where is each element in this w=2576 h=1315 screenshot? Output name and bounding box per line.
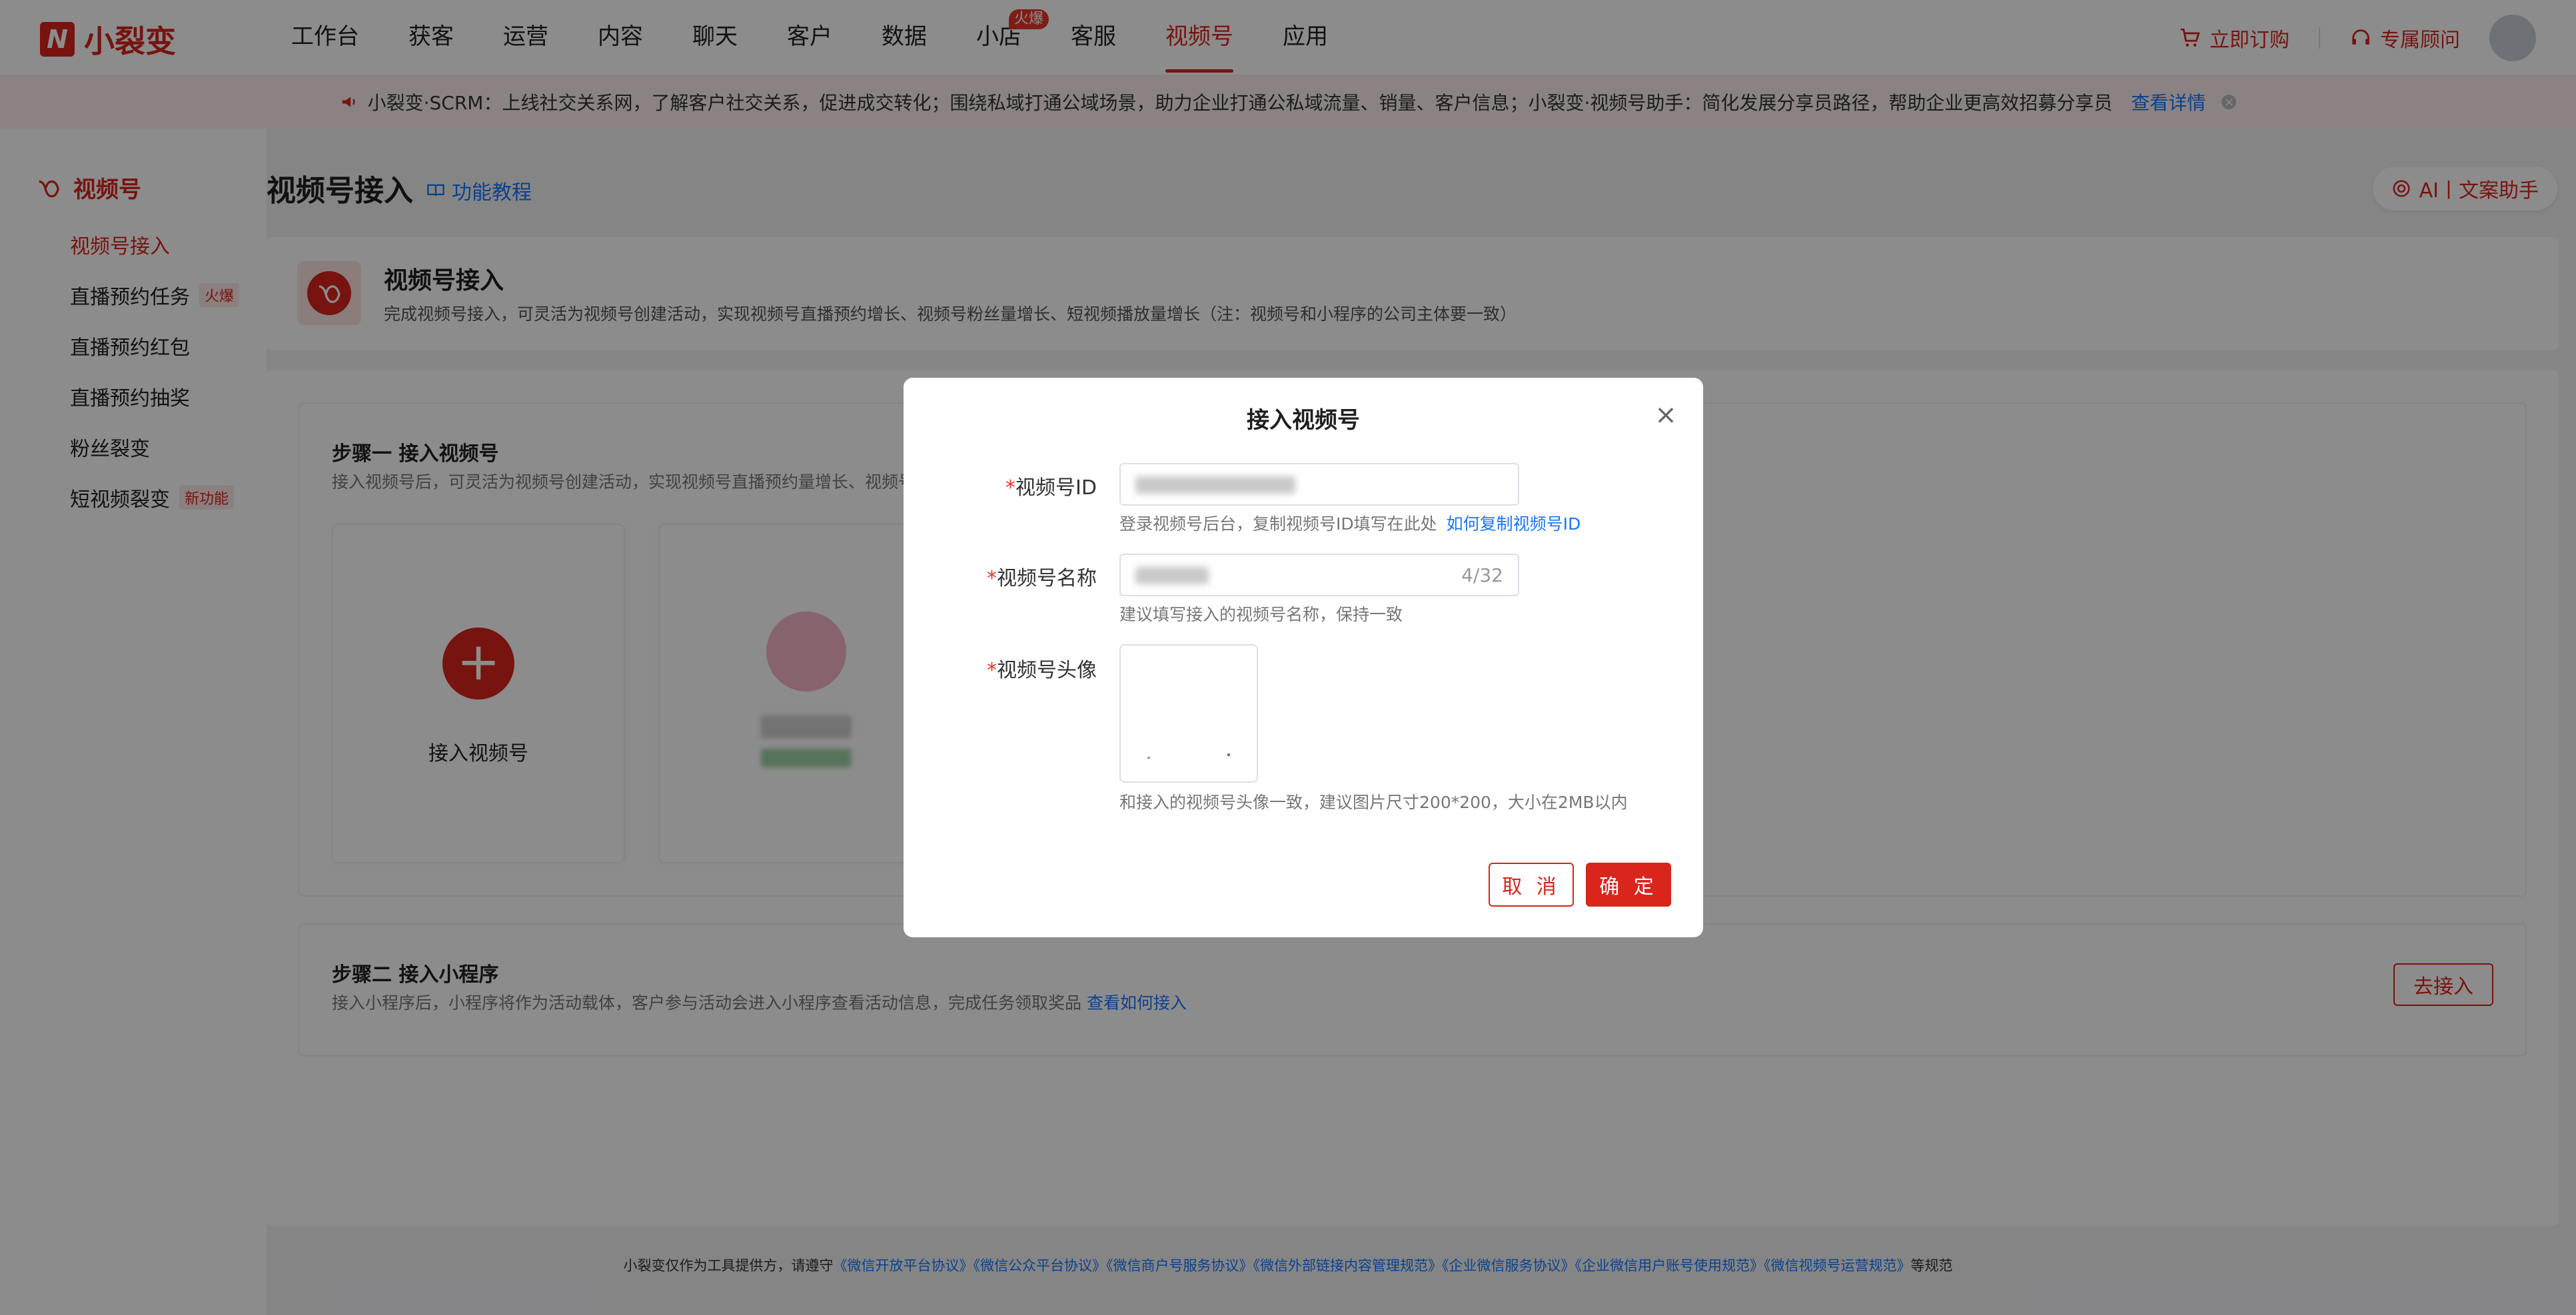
id-label: *视频号ID xyxy=(1005,471,1097,500)
channel-id-input[interactable] xyxy=(1119,463,1519,506)
id-hint-text: 登录视频号后台，复制视频号ID填写在此处 xyxy=(1119,514,1437,534)
uploader-mark xyxy=(1227,753,1230,756)
connect-channel-modal: 接入视频号 × *视频号ID 登录视频号后台，复制视频号ID填写在此处 如何复制视… xyxy=(904,378,1703,937)
char-counter: 4/32 xyxy=(1461,564,1503,586)
channel-name-value-blurred xyxy=(1135,567,1209,584)
id-label-text: 视频号ID xyxy=(1015,476,1097,500)
name-label: *视频号名称 xyxy=(987,562,1097,591)
required-mark: * xyxy=(1005,476,1016,500)
cancel-button[interactable]: 取 消 xyxy=(1489,863,1574,907)
uploader-mark xyxy=(1147,757,1150,759)
name-hint: 建议填写接入的视频号名称，保持一致 xyxy=(1119,605,1403,624)
avatar-label: *视频号头像 xyxy=(987,654,1097,683)
modal-title: 接入视频号 xyxy=(1247,407,1360,434)
id-hint: 登录视频号后台，复制视频号ID填写在此处 如何复制视频号ID xyxy=(1119,511,1581,535)
channel-id-value-blurred xyxy=(1135,476,1295,494)
close-icon[interactable]: × xyxy=(1652,402,1679,428)
confirm-button[interactable]: 确 定 xyxy=(1586,863,1671,907)
required-mark: * xyxy=(987,567,997,590)
avatar-label-text: 视频号头像 xyxy=(997,659,1097,682)
channel-name-input[interactable]: 4/32 xyxy=(1119,554,1519,596)
required-mark: * xyxy=(987,659,997,682)
name-label-text: 视频号名称 xyxy=(997,567,1097,590)
avatar-uploader[interactable] xyxy=(1119,644,1258,783)
copy-id-help-link[interactable]: 如何复制视频号ID xyxy=(1447,514,1581,534)
avatar-hint: 和接入的视频号头像一致，建议图片尺寸200*200，大小在2MB以内 xyxy=(1119,793,1628,812)
